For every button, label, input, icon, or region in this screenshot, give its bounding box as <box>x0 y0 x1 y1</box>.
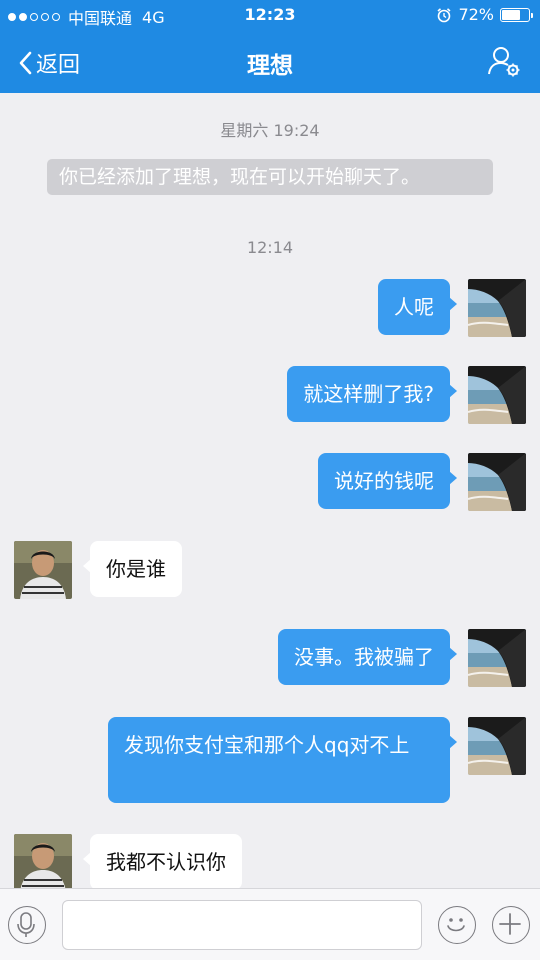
input-bar <box>0 888 540 960</box>
contact-avatar[interactable] <box>14 541 72 599</box>
battery-percent: 72% <box>458 5 494 24</box>
my-avatar[interactable] <box>468 279 526 337</box>
outgoing-message[interactable]: 发现你支付宝和那个人qq对不上 <box>108 717 457 803</box>
alarm-icon <box>437 7 451 22</box>
outgoing-message[interactable]: 就这样删了我? <box>287 366 457 422</box>
user-settings-icon <box>488 47 520 77</box>
my-avatar[interactable] <box>468 629 526 687</box>
message-input[interactable] <box>62 900 422 950</box>
my-avatar[interactable] <box>468 453 526 511</box>
beach-photo <box>468 453 526 511</box>
voice-button[interactable] <box>8 906 46 944</box>
beach-photo <box>468 629 526 687</box>
nav-bar: 返回 理想 <box>0 30 540 93</box>
outgoing-message[interactable]: 人呢 <box>378 279 457 335</box>
beach-photo <box>468 279 526 337</box>
emoji-button[interactable] <box>438 906 476 944</box>
outgoing-message[interactable]: 没事。我被骗了 <box>278 629 457 685</box>
chat-timestamp: 星期六 19:24 <box>220 121 320 140</box>
emoji-icon <box>447 918 466 932</box>
beach-photo <box>468 366 526 424</box>
voice-icon <box>17 912 36 938</box>
beach-photo <box>468 717 526 775</box>
chat-area[interactable]: 星期六 19:24 你已经添加了理想，现在可以开始聊天了。 12:14 人呢 就… <box>0 93 540 888</box>
more-button[interactable] <box>492 906 530 944</box>
top-bar: 中国联通 4G 12:23 72% 返回 理想 <box>0 0 540 93</box>
status-right: 72% <box>436 5 533 24</box>
plus-icon <box>499 913 522 936</box>
my-avatar[interactable] <box>468 717 526 775</box>
status-bar: 中国联通 4G 12:23 72% <box>0 0 540 30</box>
outgoing-message[interactable]: 说好的钱呢 <box>318 453 457 509</box>
contact-settings-button[interactable] <box>486 44 522 80</box>
system-message: 你已经添加了理想，现在可以开始聊天了。 <box>47 159 493 195</box>
incoming-message[interactable]: 你是谁 <box>83 541 182 597</box>
incoming-message[interactable]: 我都不认识你 <box>83 834 242 888</box>
contact-avatar[interactable] <box>14 834 72 888</box>
my-avatar[interactable] <box>468 366 526 424</box>
person-photo <box>14 834 72 888</box>
battery-icon <box>500 7 533 22</box>
chat-timestamp: 12:14 <box>246 238 294 257</box>
page-title: 理想 <box>247 53 293 79</box>
person-photo <box>14 541 72 599</box>
